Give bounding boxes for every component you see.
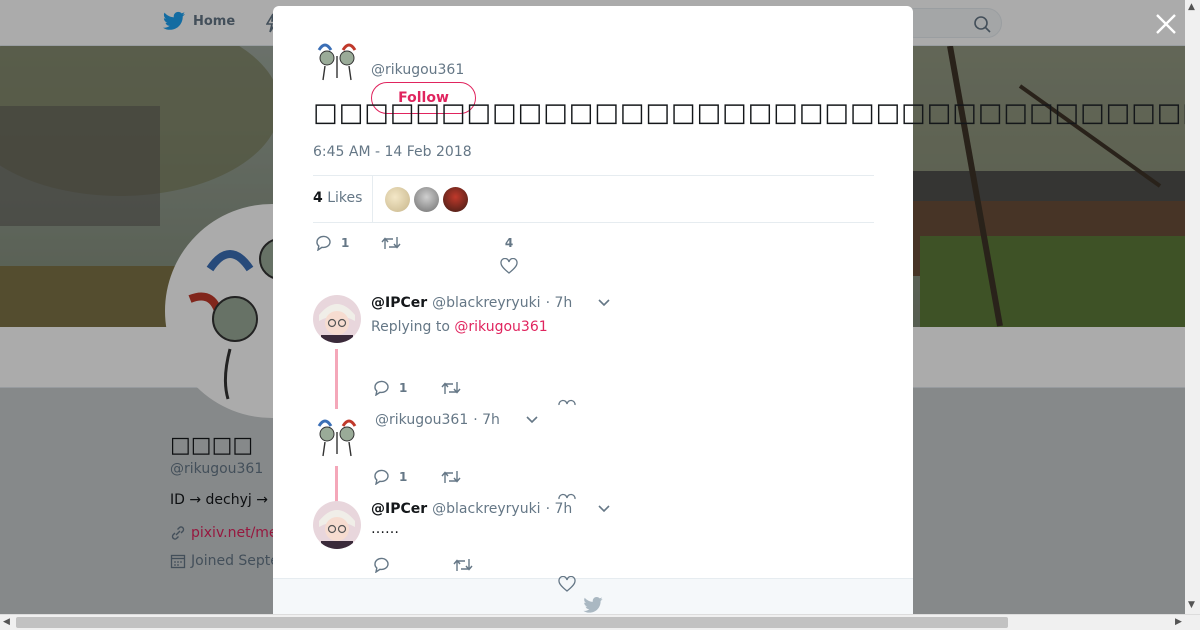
reply-action[interactable] — [373, 557, 391, 573]
like-count: 4 — [504, 236, 514, 250]
likes-count-value: 4 — [313, 190, 323, 206]
retweet-action[interactable] — [441, 469, 461, 485]
reply-icon — [316, 235, 331, 251]
likes-count-label: Likes — [327, 190, 363, 206]
retweet-icon — [453, 559, 473, 571]
liker-avatar[interactable] — [385, 187, 410, 212]
reply-count: 1 — [399, 381, 408, 395]
reply-action[interactable]: 1 — [315, 235, 349, 251]
reply-item[interactable]: @rikugou361 · 7h 1 — [313, 412, 874, 504]
reply-author-handle[interactable]: @rikugou361 — [375, 412, 468, 428]
tweet-text: □□□□□□□□□□□□□□□□□□□□□□□□□□□□□□□□□□□□□□□□… — [313, 98, 1185, 128]
tweet-author-handle[interactable]: @rikugou361 — [371, 62, 464, 78]
replying-to-link[interactable]: @rikugou361 — [454, 319, 547, 335]
reply-header: @IPCer @blackreyryuki · 7h — [371, 295, 611, 311]
replying-to: Replying to @rikugou361 — [371, 319, 548, 335]
reply-author-name[interactable]: @IPCer — [371, 501, 427, 517]
reply-author-handle[interactable]: @blackreyryuki — [432, 295, 540, 311]
close-icon[interactable] — [1154, 12, 1178, 36]
reply-text: …… — [371, 521, 399, 537]
chevron-down-icon[interactable] — [597, 298, 611, 308]
chevron-down-icon[interactable] — [597, 504, 611, 514]
reply-actions: 1 — [373, 380, 461, 396]
reply-time[interactable]: · 7h — [473, 412, 500, 428]
reply-actions — [373, 557, 473, 573]
reply-icon — [374, 557, 389, 573]
tweet-author-avatar[interactable] — [313, 36, 361, 84]
reply-author-avatar[interactable] — [313, 501, 361, 549]
reply-icon — [374, 380, 389, 396]
vertical-scrollbar[interactable]: ▲ ▼ — [1185, 0, 1200, 614]
reply-time[interactable]: · 7h — [546, 295, 573, 311]
thread-line — [335, 466, 338, 504]
heart-icon[interactable] — [558, 398, 576, 406]
reply-item[interactable]: @IPCer @blackreyryuki · 7h Replying to @… — [313, 295, 874, 409]
retweet-icon — [441, 382, 461, 394]
reply-time[interactable]: · 7h — [546, 501, 573, 517]
tweet-timestamp[interactable]: 6:45 AM - 14 Feb 2018 — [313, 144, 472, 160]
chevron-down-icon[interactable] — [525, 415, 539, 425]
reply-author-avatar[interactable] — [313, 412, 361, 460]
tweet-actions: 1 — [315, 235, 555, 251]
tweet-stats: 4 Likes — [313, 175, 874, 223]
heart-icon — [500, 258, 518, 274]
reply-action[interactable]: 1 — [373, 469, 407, 485]
heart-icon[interactable] — [558, 576, 576, 592]
reply-author-handle[interactable]: @blackreyryuki — [432, 501, 540, 517]
replying-to-label: Replying to — [371, 319, 450, 335]
twitter-bird-icon — [583, 597, 603, 613]
retweet-icon — [441, 471, 461, 483]
stats-divider — [372, 176, 373, 222]
retweet-action[interactable] — [453, 557, 473, 573]
likers-avatars — [385, 187, 468, 212]
reply-icon — [374, 469, 389, 485]
reply-action[interactable]: 1 — [373, 380, 407, 396]
reply-count: 1 — [341, 236, 350, 250]
horizontal-scrollbar[interactable]: ◀ ▶ — [0, 614, 1200, 630]
horizontal-scrollbar-thumb[interactable] — [16, 617, 1008, 628]
like-action[interactable]: 4 — [500, 236, 518, 274]
likes-count[interactable]: 4 Likes — [313, 190, 362, 206]
liker-avatar[interactable] — [414, 187, 439, 212]
liker-avatar[interactable] — [443, 187, 468, 212]
reply-author-avatar[interactable] — [313, 295, 361, 343]
modal-footer — [273, 578, 913, 616]
reply-actions: 1 — [373, 469, 461, 485]
thread-line — [335, 349, 338, 409]
reply-count: 1 — [399, 470, 408, 484]
retweet-action[interactable] — [381, 235, 401, 251]
retweet-icon — [381, 237, 401, 249]
reply-author-name[interactable]: @IPCer — [371, 295, 427, 311]
retweet-action[interactable] — [441, 380, 461, 396]
reply-item[interactable]: @IPCer @blackreyryuki · 7h …… — [313, 501, 874, 581]
heart-icon[interactable] — [558, 492, 576, 500]
tweet-modal: @rikugou361 Follow 6:45 AM - 14 Feb 2018… — [273, 6, 1185, 616]
reply-header: @IPCer @blackreyryuki · 7h — [371, 501, 611, 517]
reply-header: @rikugou361 · 7h — [375, 412, 539, 428]
